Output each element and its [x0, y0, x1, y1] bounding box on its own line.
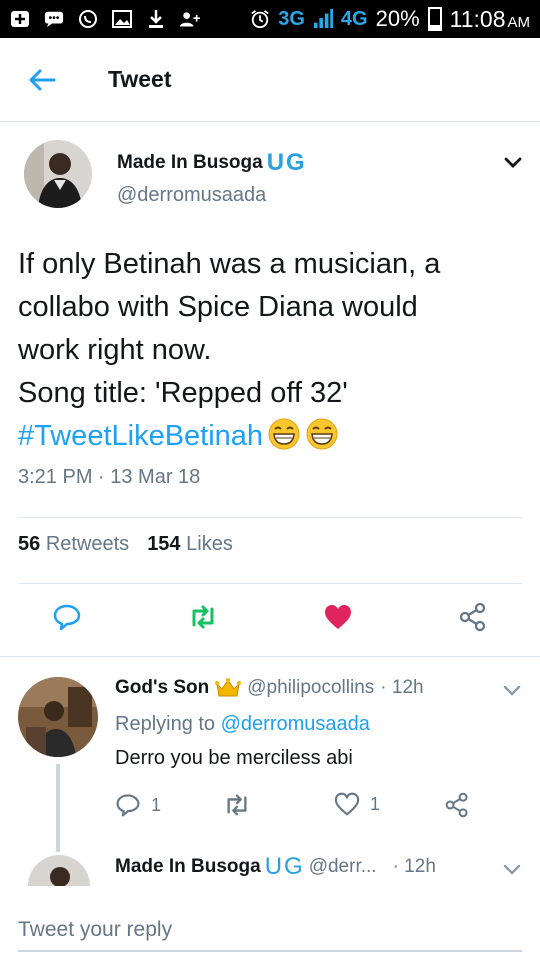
tweet-text-line: If only Betinah was a musician, a [18, 248, 441, 280]
share-icon [445, 792, 468, 818]
image-icon [112, 10, 132, 28]
retweet-icon [192, 605, 214, 629]
reply-share-button[interactable] [444, 792, 470, 818]
add-box-icon [10, 10, 30, 28]
replying-to: Replying to @derromusaada [115, 713, 370, 736]
divider [18, 583, 522, 584]
reply-like-count: 1 [370, 793, 381, 814]
retweets-label: Retweets [45, 533, 130, 555]
signal-icon [313, 9, 333, 29]
reply2-author-name[interactable]: Made In Busoga [115, 856, 261, 878]
add-person-icon [180, 10, 200, 28]
reply-retweet-button[interactable] [222, 792, 252, 818]
reply-text: Derro you be merciless abi [115, 747, 353, 769]
tweet-stats: 56 Retweets 154 Likes [18, 533, 233, 556]
reply2-suffix-u: U [264, 853, 285, 880]
author-suffix-u: U [266, 149, 287, 176]
tweet-text-line: work right now. [18, 334, 212, 366]
tweet-menu-button[interactable] [500, 150, 526, 176]
likes-count: 154 [147, 533, 181, 555]
author-name-text: Made In Busoga [117, 152, 263, 173]
back-arrow-icon [29, 69, 56, 90]
retweet-button[interactable] [186, 600, 220, 634]
reply2-menu-button[interactable] [500, 857, 524, 881]
likes-stat[interactable]: 154 Likes [147, 533, 233, 556]
status-bar: 3G 4G 20% 11:08 AM [0, 0, 540, 38]
hashtag-link[interactable]: #TweetLikeBetinah [18, 420, 263, 452]
network-4g-label: 4G [340, 7, 368, 30]
download-icon [146, 10, 166, 28]
retweet-icon [227, 794, 247, 816]
author-avatar[interactable] [24, 140, 92, 208]
battery-percent: 20% [375, 6, 420, 31]
clock-time: 11:08 [449, 5, 506, 32]
back-button[interactable] [22, 60, 62, 100]
replying-to-prefix: Replying to [115, 713, 216, 735]
reply-time: · 12h [380, 677, 424, 698]
replying-to-handle[interactable]: @derromusaada [221, 713, 370, 735]
chat-icon [44, 10, 64, 28]
heart-icon [325, 605, 351, 629]
reply-icon [116, 794, 140, 817]
clock-ampm: AM [507, 13, 531, 31]
tweet-text-line: collabo with Spice Diana would [18, 291, 418, 323]
reply-actions: 1 1 [0, 792, 540, 822]
compose-bar [0, 886, 540, 960]
laughing-emoji-icon [268, 418, 300, 450]
share-icon [459, 602, 486, 632]
tweet-actions [0, 600, 540, 642]
reply2-flag-suffix: UG [265, 853, 305, 881]
crown-icon [215, 678, 242, 697]
divider [18, 517, 522, 518]
author-name[interactable]: Made In Busoga UG [117, 149, 307, 177]
chevron-down-icon [503, 864, 521, 875]
reply-author-name[interactable]: God's Son [115, 677, 209, 699]
status-bar-system: 3G 4G 20% 11:08 AM [250, 6, 530, 33]
heart-icon [334, 792, 360, 816]
reply-input[interactable] [18, 910, 522, 952]
tweet-text-hashtag-line: #TweetLikeBetinah [18, 415, 523, 458]
reply-reply-button[interactable]: 1 [115, 792, 161, 818]
battery-icon [427, 7, 442, 31]
network-3g-label: 3G [278, 7, 305, 30]
reply-author-handle[interactable]: @philipocollins [247, 677, 374, 699]
retweets-stat[interactable]: 56 Retweets [18, 533, 129, 556]
like-button[interactable] [321, 600, 355, 634]
author-suffix-g: G [286, 149, 307, 176]
author-handle[interactable]: @derromusaada [117, 184, 266, 207]
retweets-count: 56 [18, 533, 41, 555]
chevron-down-icon [503, 685, 521, 696]
reply-menu-button[interactable] [500, 678, 524, 702]
chevron-down-icon [504, 157, 522, 168]
reply-like-button[interactable]: 1 [334, 792, 380, 816]
divider [0, 656, 540, 657]
tweet-text: If only Betinah was a musician, a collab… [18, 243, 523, 458]
reply2-time: · 12h [392, 856, 436, 877]
status-bar-notifications [10, 10, 200, 28]
tweet-text-line: Song title: 'Repped off 32' [18, 377, 348, 409]
reply-avatar[interactable] [18, 677, 98, 757]
page-title: Tweet [108, 66, 172, 92]
alarm-icon [250, 10, 270, 29]
likes-label: Likes [186, 533, 233, 555]
tweet-timestamp: 3:21 PM · 13 Mar 18 [18, 466, 201, 488]
app-header: Tweet [0, 38, 540, 122]
reply2-suffix-g: G [284, 853, 305, 880]
laughing-emoji-icon [306, 418, 338, 450]
reply2-author-handle[interactable]: @derr... [309, 856, 377, 878]
whatsapp-icon [78, 10, 98, 28]
share-button[interactable] [456, 600, 490, 634]
clock: 11:08 AM [450, 6, 530, 33]
reply-icon [53, 604, 81, 631]
author-flag-suffix: UG [267, 149, 307, 177]
reply-header: God's Son @philipocollins · 12h [115, 677, 424, 699]
reply-button[interactable] [50, 600, 84, 634]
reply2-header: Made In Busoga UG @derr... · 12h [115, 853, 436, 881]
reply-reply-count: 1 [151, 794, 162, 815]
